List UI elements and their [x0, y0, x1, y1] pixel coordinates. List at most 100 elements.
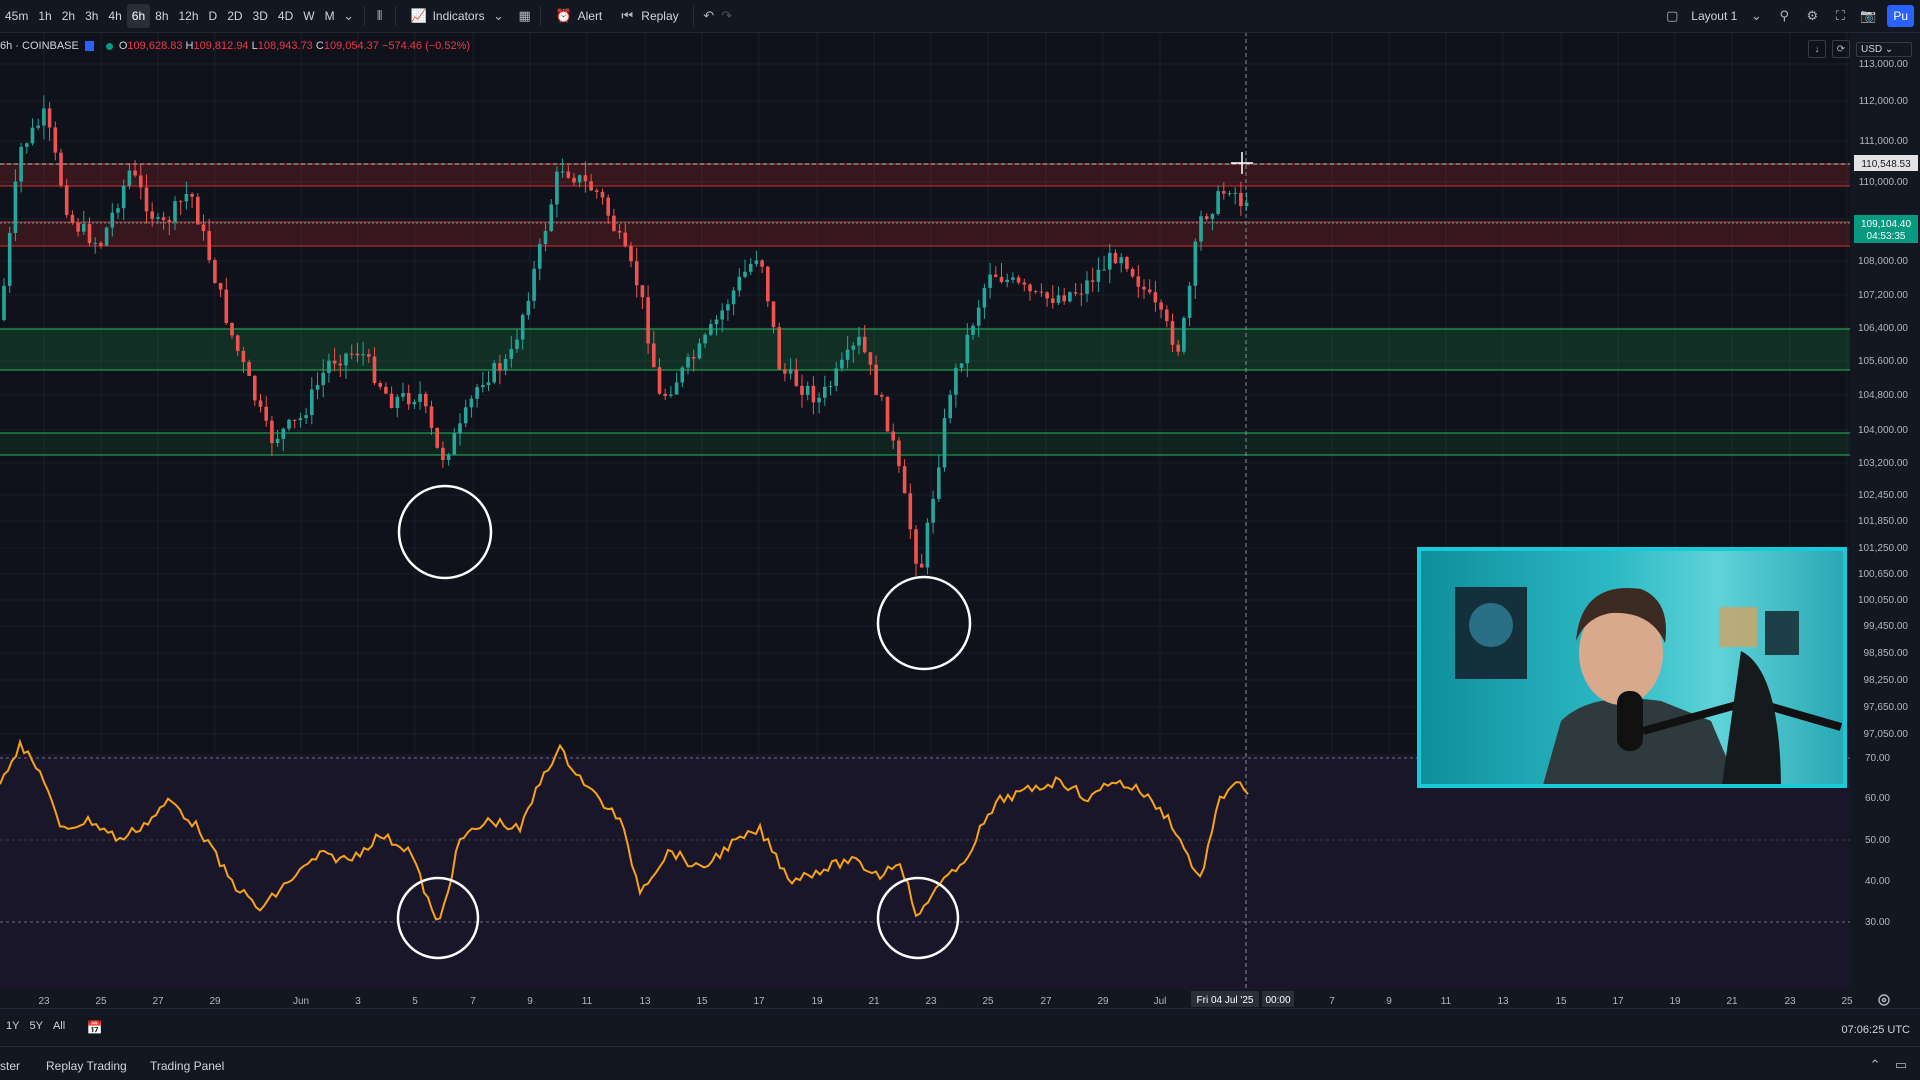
candle-body: [304, 415, 308, 419]
timeframe-d[interactable]: D: [204, 4, 223, 28]
settings-gear-icon[interactable]: ⚙: [1803, 7, 1821, 25]
fullscreen-icon[interactable]: ⛶: [1831, 7, 1849, 25]
chevron-up-icon[interactable]: ⌃: [1866, 1056, 1884, 1074]
candle-body: [275, 438, 280, 444]
time-axis-label: 23: [38, 996, 50, 1007]
candle-body: [1011, 277, 1015, 280]
symbol-label[interactable]: 6h · COINBASE: [0, 40, 79, 52]
timeframe-2h[interactable]: 2h: [57, 4, 80, 28]
candle-body: [1102, 269, 1106, 271]
maximize-panel-icon[interactable]: ▭: [1892, 1056, 1910, 1074]
candle-body: [156, 217, 160, 219]
candle-body: [247, 361, 251, 376]
tab-ster[interactable]: ster: [0, 1059, 20, 1073]
indicators-button[interactable]: 📈 Indicators ⌄: [402, 4, 516, 28]
candle-body: [1130, 269, 1135, 277]
candle-body: [378, 382, 382, 387]
candle-body: [1045, 292, 1049, 299]
undo-icon[interactable]: ↶: [700, 7, 718, 25]
layout-square-icon[interactable]: ▢: [1663, 7, 1681, 25]
price-scale-label: 113,000.00: [1859, 59, 1909, 70]
timeframe-4d[interactable]: 4D: [273, 4, 298, 28]
range-all[interactable]: All: [53, 1020, 65, 1032]
time-axis-label: 13: [1497, 996, 1509, 1007]
resistance-zone: [0, 163, 1850, 247]
candle-body: [908, 493, 913, 530]
candle-body: [127, 170, 132, 186]
timeframe-8h[interactable]: 8h: [150, 4, 173, 28]
replay-button[interactable]: ⏮ Replay: [610, 4, 686, 28]
chevron-down-icon[interactable]: ⌄: [1747, 7, 1765, 25]
candle-body: [914, 529, 918, 564]
timeframe-4h[interactable]: 4h: [103, 4, 126, 28]
candle-body: [150, 211, 154, 219]
currency-selector[interactable]: USD ⌄: [1856, 41, 1912, 57]
timeframe-2d[interactable]: 2D: [222, 4, 247, 28]
rsi-scale-label: 50.00: [1865, 835, 1890, 846]
candle-body: [652, 343, 656, 368]
layout-grid-icon[interactable]: ▦: [516, 7, 534, 25]
price-scale-label: 98,850.00: [1864, 648, 1909, 659]
candle-body: [982, 287, 987, 308]
candle-body: [788, 369, 793, 374]
candle-body: [492, 363, 496, 383]
candle-body: [1227, 193, 1232, 195]
candle-body: [435, 427, 439, 448]
candle-body: [988, 274, 992, 288]
candle-body: [452, 433, 457, 455]
candle-body: [999, 276, 1004, 283]
candle-body: [1079, 293, 1084, 295]
tab-trading-panel[interactable]: Trading Panel: [150, 1059, 224, 1073]
range-5y[interactable]: 5Y: [29, 1020, 42, 1032]
candle-body: [1039, 291, 1044, 293]
redo-icon[interactable]: ↷: [718, 7, 736, 25]
time-axis-label: 17: [1612, 996, 1624, 1007]
timeframe-w[interactable]: W: [298, 4, 319, 28]
candle-body: [589, 181, 593, 191]
timeframe-3d[interactable]: 3D: [248, 4, 273, 28]
candle-body: [70, 214, 75, 223]
candle-body: [737, 276, 742, 291]
timeframe-1h[interactable]: 1h: [33, 4, 56, 28]
candle-body: [663, 393, 667, 396]
time-axis-label: 11: [582, 996, 593, 1007]
range-1y[interactable]: 1Y: [6, 1020, 19, 1032]
publish-button[interactable]: Pu: [1887, 5, 1914, 27]
candle-body: [777, 327, 781, 370]
candle-body: [224, 289, 229, 324]
candle-body: [976, 307, 981, 326]
chart-canvas[interactable]: 113,000.00 112,000.00 111,000.00 110,000.00…: [0, 0, 1920, 1080]
timeframe-3h[interactable]: 3h: [80, 4, 103, 28]
time-axis-label: 9: [527, 996, 533, 1007]
time-axis-label: 7: [470, 996, 476, 1007]
arrow-down-icon[interactable]: ↓: [1808, 40, 1826, 58]
candle-body: [1028, 284, 1032, 292]
camera-snapshot-icon[interactable]: 📷: [1859, 7, 1877, 25]
utc-clock[interactable]: 07:06:25 UTC: [1842, 1024, 1910, 1036]
quick-search-icon[interactable]: ⚲: [1775, 7, 1793, 25]
refresh-icon[interactable]: ⟳: [1832, 40, 1850, 58]
candle-body: [1119, 257, 1123, 264]
top-right-tools: ▢ Layout 1 ⌄ ⚲ ⚙ ⛶ 📷 Pu: [1663, 0, 1920, 32]
timeframe-6h[interactable]: 6h: [126, 4, 151, 28]
timeframe-12h[interactable]: 12h: [174, 4, 204, 28]
candle-body: [1159, 302, 1163, 310]
candle-body: [840, 359, 844, 369]
bottom-toolbar: 1Y 5Y All 📅 07:06:25 UTC: [0, 1008, 1920, 1045]
timeframe-45m[interactable]: 45m: [0, 4, 33, 28]
chair: [1722, 651, 1781, 784]
layout-label[interactable]: Layout 1: [1691, 9, 1737, 23]
candle-body: [595, 190, 599, 192]
candlestick-type-icon[interactable]: ⫴: [371, 7, 389, 25]
flag-icon[interactable]: [84, 41, 94, 51]
timeframe-m[interactable]: M: [320, 4, 340, 28]
candle-body: [116, 208, 120, 213]
alert-button[interactable]: ⏰ Alert: [547, 4, 611, 28]
time-axis-label: 29: [1097, 996, 1109, 1007]
calendar-icon[interactable]: 📅: [86, 1019, 104, 1037]
candle-body: [1090, 280, 1095, 282]
candle-body: [805, 385, 810, 395]
time-axis-label: 3: [355, 996, 361, 1007]
chevron-down-icon[interactable]: ⌄: [340, 7, 358, 25]
tab-replay-trading[interactable]: Replay Trading: [46, 1059, 127, 1073]
